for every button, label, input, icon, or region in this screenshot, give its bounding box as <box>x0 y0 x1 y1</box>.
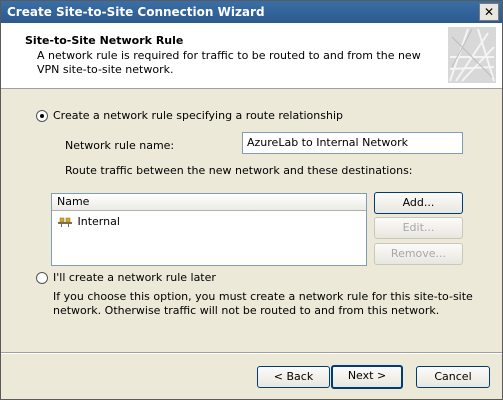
title-bar: Create Site-to-Site Connection Wizard ✕ <box>1 1 502 23</box>
wizard-content: Create a network rule specifying a route… <box>1 90 502 350</box>
destinations-list[interactable]: Name Internal <box>51 193 367 266</box>
window-title: Create Site-to-Site Connection Wizard <box>7 5 265 19</box>
rule-name-label: Network rule name: <box>65 139 175 152</box>
create-later-label[interactable]: I'll create a network rule later <box>53 271 216 284</box>
wizard-window: Create Site-to-Site Connection Wizard ✕ … <box>0 0 503 400</box>
back-button[interactable]: < Back <box>257 366 330 388</box>
remove-button[interactable]: Remove... <box>374 243 463 265</box>
route-label: Route traffic between the new network an… <box>65 164 413 177</box>
list-column-header[interactable]: Name <box>52 194 366 211</box>
wizard-banner-icon <box>448 27 496 83</box>
wizard-header: Site-to-Site Network Rule A network rule… <box>1 23 502 89</box>
rule-name-input[interactable]: AzureLab to Internal Network <box>242 132 463 154</box>
network-icon <box>58 217 72 227</box>
cancel-button[interactable]: Cancel <box>416 366 490 388</box>
create-rule-radio[interactable] <box>36 110 48 122</box>
edit-button[interactable]: Edit... <box>374 217 463 239</box>
add-button[interactable]: Add... <box>374 192 463 214</box>
next-button[interactable]: Next > <box>331 365 403 389</box>
footer-separator <box>1 352 502 354</box>
list-item-label: Internal <box>77 215 120 228</box>
create-later-radio[interactable] <box>36 272 48 284</box>
create-later-description: If you choose this option, you must crea… <box>53 290 473 317</box>
close-button[interactable]: ✕ <box>479 3 499 21</box>
close-icon: ✕ <box>483 5 495 19</box>
create-rule-label[interactable]: Create a network rule specifying a route… <box>53 109 343 122</box>
page-description: A network rule is required for traffic t… <box>37 49 421 76</box>
page-title: Site-to-Site Network Rule <box>25 34 184 47</box>
list-item[interactable]: Internal <box>57 214 120 230</box>
